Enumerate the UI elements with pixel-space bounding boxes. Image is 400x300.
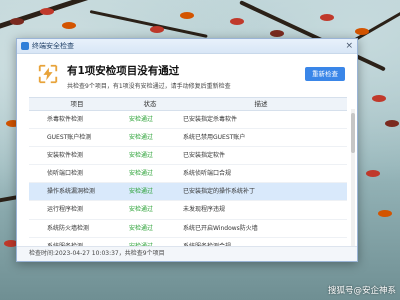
title-bar: 终端安全检查 × — [17, 39, 357, 54]
row-status: 安检通过 — [129, 206, 154, 214]
row-description: 系统已禁用GUEST账户 — [183, 134, 246, 142]
check-results-table: 项目 状态 描述 杀毒软件检测 安检通过 已安装指定杀毒软件 GUEST账户检测… — [29, 97, 355, 256]
warning-bolt-icon — [38, 64, 58, 84]
row-description: 未发现程序违规 — [183, 206, 226, 214]
table-row[interactable]: 侦听端口检测 安检通过 系统侦听端口合规 — [29, 165, 347, 184]
row-item: 操作系统漏洞检测 — [47, 188, 96, 196]
row-description: 已安装指定软件 — [183, 152, 226, 160]
row-status: 安检通过 — [129, 170, 154, 178]
result-headline: 有1项安检项目没有通过 — [67, 65, 180, 77]
row-description: 已安装指定的操作系统补丁 — [183, 188, 256, 196]
shield-icon — [21, 42, 29, 50]
row-item: 运行程序检测 — [47, 206, 84, 214]
column-header-item: 项目 — [70, 100, 84, 108]
row-description: 系统侦听端口合规 — [183, 170, 232, 178]
row-description: 已安装指定杀毒软件 — [183, 116, 238, 123]
row-status: 安检通过 — [129, 188, 154, 196]
row-item: GUEST账户检测 — [47, 134, 92, 142]
security-check-window: 终端安全检查 × 有1项安检项目没有通过 共检查9个项目，有1项没有安检通过，请… — [16, 38, 358, 262]
column-header-description: 描述 — [254, 100, 268, 108]
status-footer: 检查时间:2023-04-27 10:03:37，共检查9个项目 — [17, 246, 357, 261]
window-title: 终端安全检查 — [32, 42, 74, 50]
watermark-text: 搜狐号@安企神系 — [327, 286, 396, 296]
table-row[interactable]: GUEST账户检测 安检通过 系统已禁用GUEST账户 — [29, 129, 347, 148]
close-icon[interactable]: × — [345, 40, 353, 52]
row-item: 系统防火墙检测 — [47, 224, 90, 232]
table-row[interactable]: 安装软件检测 安检通过 已安装指定软件 — [29, 147, 347, 166]
scrollbar-thumb[interactable] — [351, 113, 355, 153]
table-header: 项目 状态 描述 — [29, 97, 347, 111]
recheck-button[interactable]: 重新检查 — [305, 67, 345, 81]
row-item: 安装软件检测 — [47, 152, 84, 160]
column-header-status: 状态 — [143, 100, 157, 108]
table-row[interactable]: 运行程序检测 安检通过 未发现程序违规 — [29, 201, 347, 220]
table-row[interactable]: 系统防火墙检测 安检通过 系统已开启Windows防火墙 — [29, 220, 347, 238]
row-item: 杀毒软件检测 — [47, 116, 84, 123]
result-subline: 共检查9个项目，有1项没有安检通过，请手动修复后重新检查 — [67, 83, 231, 90]
row-item: 侦听端口检测 — [47, 170, 84, 178]
table-scrollbar[interactable] — [351, 109, 355, 249]
row-status: 安检通过 — [129, 134, 154, 142]
row-status: 安检通过 — [129, 224, 154, 232]
result-header: 有1项安检项目没有通过 共检查9个项目，有1项没有安检通过，请手动修复后重新检查… — [17, 54, 357, 96]
row-status: 安检通过 — [129, 152, 154, 160]
row-description: 系统已开启Windows防火墙 — [183, 224, 258, 232]
table-row-selected[interactable]: 操作系统漏洞检测 安检通过 已安装指定的操作系统补丁 — [29, 183, 347, 202]
row-status: 安检通过 — [129, 116, 154, 123]
table-row[interactable]: 杀毒软件检测 安检通过 已安装指定杀毒软件 — [29, 111, 347, 130]
